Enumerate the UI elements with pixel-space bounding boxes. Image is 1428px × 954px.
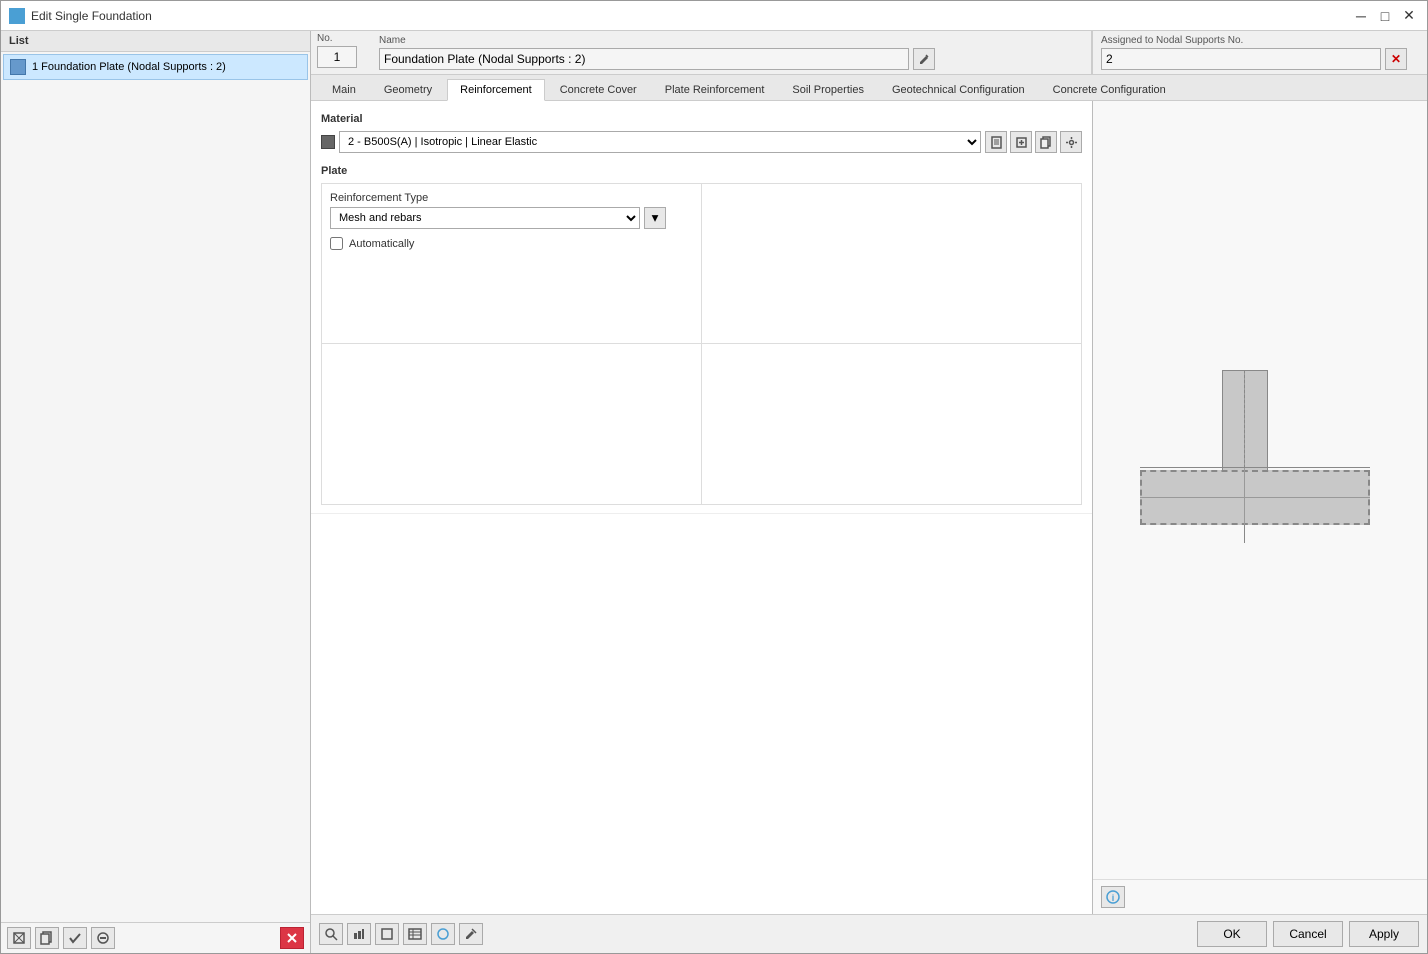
cancel-button[interactable]: Cancel bbox=[1273, 921, 1343, 947]
material-toolbar bbox=[985, 131, 1082, 153]
top-form-area: Material 2 - B500S(A) | Isotropic | Line… bbox=[311, 101, 1092, 514]
tab-plate-reinforcement[interactable]: Plate Reinforcement bbox=[652, 79, 778, 100]
copy-button[interactable] bbox=[35, 927, 59, 949]
bottom-table-button[interactable] bbox=[403, 923, 427, 945]
bottom-bar: OK Cancel Apply bbox=[311, 914, 1427, 953]
left-panel: List 1 Foundation Plate (Nodal Supports … bbox=[1, 31, 311, 953]
material-row: 2 - B500S(A) | Isotropic | Linear Elasti… bbox=[321, 131, 1082, 153]
bottom-circle-button[interactable] bbox=[431, 923, 455, 945]
column-center-line bbox=[1244, 370, 1245, 478]
no-input[interactable] bbox=[317, 46, 357, 68]
reinforcement-type-label: Reinforcement Type bbox=[330, 192, 693, 204]
reinforcement-type-dropdown[interactable]: ▾ bbox=[644, 207, 666, 229]
window-controls: ─ □ ✕ bbox=[1351, 7, 1419, 25]
material-color-icon bbox=[321, 135, 335, 149]
bottom-search-button[interactable] bbox=[319, 923, 343, 945]
preview-bottom-bar: i bbox=[1093, 879, 1427, 914]
name-edit-button[interactable] bbox=[913, 48, 935, 70]
uncheck-button[interactable] bbox=[91, 927, 115, 949]
left-toolbar bbox=[1, 922, 310, 953]
bottom-edit-button[interactable] bbox=[459, 923, 483, 945]
bottom-left-tools bbox=[319, 923, 483, 945]
bottom-square-button[interactable] bbox=[375, 923, 399, 945]
foundation-plate-icon bbox=[10, 59, 26, 75]
add-button[interactable] bbox=[7, 927, 31, 949]
assigned-clear-button[interactable]: ✕ bbox=[1385, 48, 1407, 70]
column-shape bbox=[1222, 370, 1268, 475]
reinforcement-type-select[interactable]: Mesh and rebars Mesh only Rebars only bbox=[330, 207, 640, 229]
material-section-title: Material bbox=[321, 113, 1082, 125]
bottom-dim-line bbox=[1244, 525, 1245, 543]
dialog-buttons: OK Cancel Apply bbox=[1197, 921, 1419, 947]
plate-section: Plate Reinforcement Type Mesh and rebars bbox=[321, 165, 1082, 505]
list-header: List bbox=[1, 31, 310, 52]
title-bar: Edit Single Foundation ─ □ ✕ bbox=[1, 1, 1427, 31]
tab-reinforcement[interactable]: Reinforcement bbox=[447, 79, 545, 101]
tab-concrete-config[interactable]: Concrete Configuration bbox=[1040, 79, 1179, 100]
bottom-chart-button[interactable] bbox=[347, 923, 371, 945]
check-button[interactable] bbox=[63, 927, 87, 949]
tab-soil-properties[interactable]: Soil Properties bbox=[779, 79, 877, 100]
automatically-row: Automatically bbox=[330, 237, 693, 250]
no-section: No. bbox=[311, 31, 371, 74]
bottom-right-quadrant bbox=[702, 344, 1082, 504]
no-label: No. bbox=[317, 33, 365, 44]
list-item-text: 1 Foundation Plate (Nodal Supports : 2) bbox=[32, 61, 226, 73]
footing-center-h bbox=[1140, 497, 1370, 498]
automatically-checkbox[interactable] bbox=[330, 237, 343, 250]
material-book-button[interactable] bbox=[985, 131, 1007, 153]
maximize-button[interactable]: □ bbox=[1375, 7, 1395, 25]
assigned-section: Assigned to Nodal Supports No. ✕ bbox=[1092, 31, 1427, 74]
bottom-left-quadrant bbox=[322, 344, 702, 504]
app-icon bbox=[9, 8, 25, 24]
list-area[interactable]: 1 Foundation Plate (Nodal Supports : 2) bbox=[1, 52, 310, 922]
close-button[interactable]: ✕ bbox=[1399, 7, 1419, 25]
window-title: Edit Single Foundation bbox=[31, 9, 1345, 23]
content-wrapper: Material 2 - B500S(A) | Isotropic | Line… bbox=[311, 101, 1427, 914]
material-config-button[interactable] bbox=[1060, 131, 1082, 153]
reinforcement-type-quadrant: Reinforcement Type Mesh and rebars Mesh … bbox=[322, 184, 702, 344]
name-label: Name bbox=[379, 35, 1083, 46]
tab-geotechnical-config[interactable]: Geotechnical Configuration bbox=[879, 79, 1038, 100]
apply-button[interactable]: Apply bbox=[1349, 921, 1419, 947]
tab-bar: Main Geometry Reinforcement Concrete Cov… bbox=[311, 75, 1427, 101]
preview-info-button[interactable]: i bbox=[1101, 886, 1125, 908]
list-item[interactable]: 1 Foundation Plate (Nodal Supports : 2) bbox=[3, 54, 308, 80]
plate-section-title: Plate bbox=[321, 165, 1082, 177]
name-section: Name bbox=[371, 31, 1092, 74]
tab-concrete-cover[interactable]: Concrete Cover bbox=[547, 79, 650, 100]
dialog-body: List 1 Foundation Plate (Nodal Supports … bbox=[1, 31, 1427, 953]
main-window: Edit Single Foundation ─ □ ✕ List 1 Foun… bbox=[0, 0, 1428, 954]
footing-center-v bbox=[1244, 470, 1245, 527]
footing-top-line bbox=[1140, 467, 1370, 468]
material-select[interactable]: 2 - B500S(A) | Isotropic | Linear Elasti… bbox=[339, 131, 981, 153]
ok-button[interactable]: OK bbox=[1197, 921, 1267, 947]
svg-text:i: i bbox=[1112, 893, 1115, 903]
top-right-quadrant bbox=[702, 184, 1082, 344]
tab-main[interactable]: Main bbox=[319, 79, 369, 100]
material-copy-button[interactable] bbox=[1035, 131, 1057, 153]
assigned-label: Assigned to Nodal Supports No. bbox=[1101, 35, 1419, 46]
minimize-button[interactable]: ─ bbox=[1351, 7, 1371, 25]
automatically-label: Automatically bbox=[349, 238, 414, 250]
preview-panel: i bbox=[1092, 101, 1427, 914]
assigned-input[interactable] bbox=[1101, 48, 1381, 70]
foundation-drawing bbox=[1130, 370, 1390, 570]
info-bar: No. Name Assigned to Nodal Supports No. bbox=[311, 31, 1427, 75]
tab-geometry[interactable]: Geometry bbox=[371, 79, 445, 100]
material-add-button[interactable] bbox=[1010, 131, 1032, 153]
delete-button[interactable] bbox=[280, 927, 304, 949]
name-input[interactable] bbox=[379, 48, 909, 70]
